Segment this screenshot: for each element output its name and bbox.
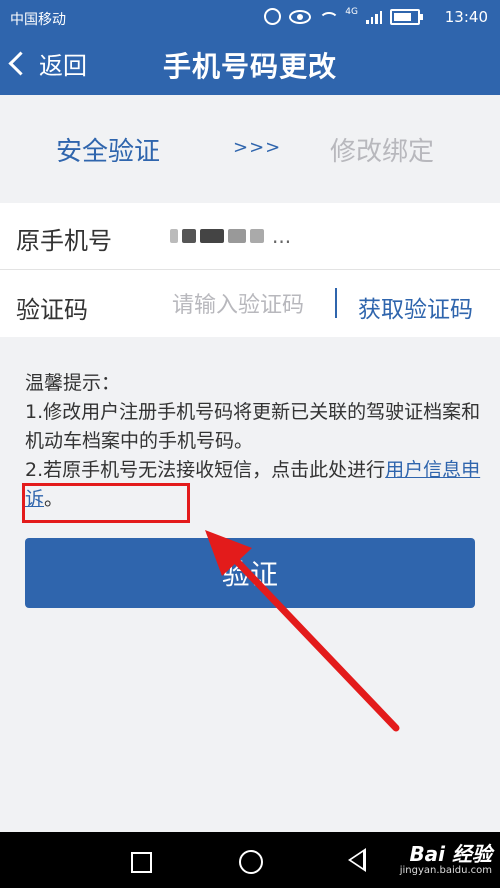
annotation-arrow — [205, 530, 400, 732]
watermark: Bai 经验 jingyan.baidu.com — [400, 838, 492, 876]
system-nav-bar: Bai 经验 jingyan.baidu.com — [0, 832, 500, 888]
annotation-arrow-shaft — [224, 548, 400, 732]
back-triangle-icon[interactable] — [348, 848, 366, 872]
watermark-url: jingyan.baidu.com — [399, 865, 492, 876]
watermark-brand: Bai 经验 — [409, 842, 492, 866]
home-circle-icon[interactable] — [239, 850, 263, 874]
recents-square-icon[interactable] — [131, 852, 152, 873]
